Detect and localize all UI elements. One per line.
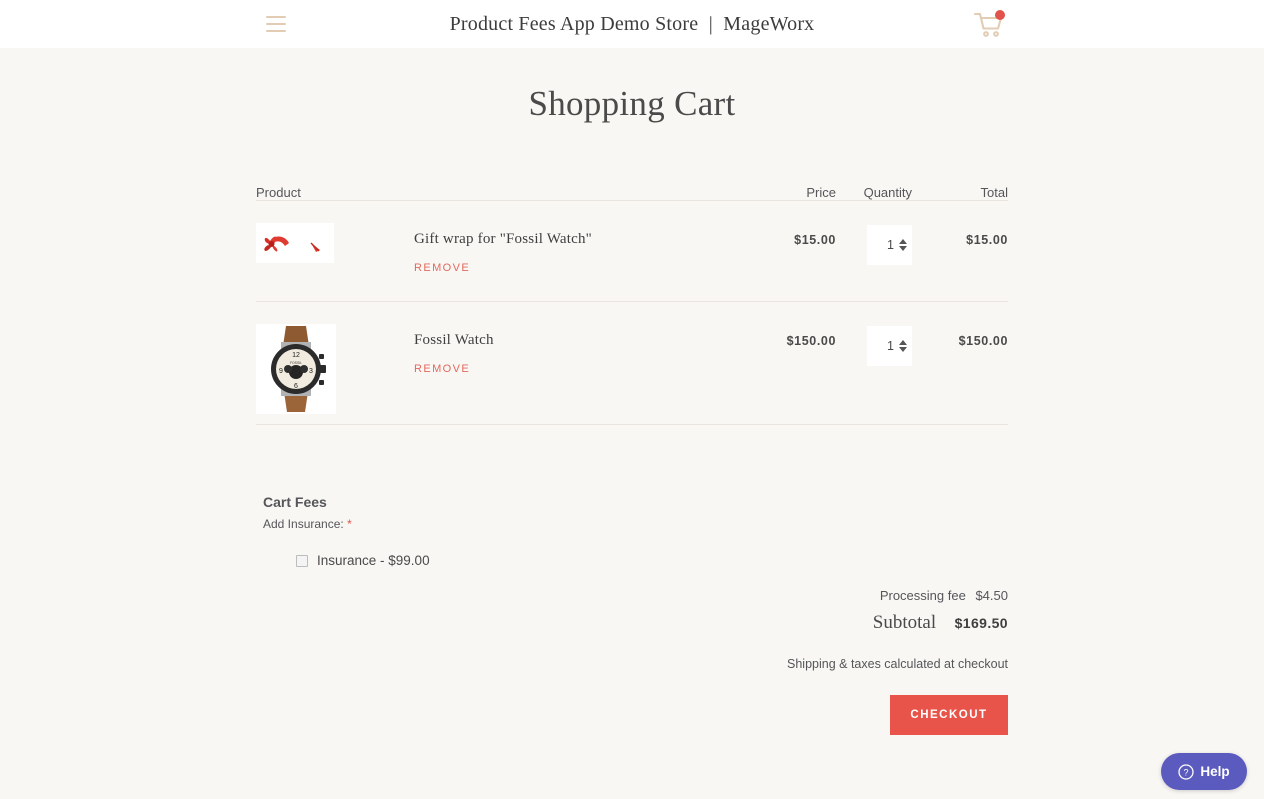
svg-text:6: 6 xyxy=(294,383,298,390)
question-circle-icon: ? xyxy=(1178,763,1195,780)
quantity-input[interactable] xyxy=(870,238,894,252)
quantity-cell xyxy=(836,225,918,301)
help-widget-button[interactable]: ? Help xyxy=(1161,753,1247,790)
subtotal-amount: $169.50 xyxy=(954,615,1008,631)
ribbon-bow-graphic xyxy=(264,236,320,252)
checkout-button-wrap: CHECKOUT xyxy=(708,695,1008,735)
table-row: Gift wrap for "Fossil Watch" REMOVE $15.… xyxy=(256,201,1008,301)
product-price: $150.00 xyxy=(786,334,836,348)
required-asterisk: * xyxy=(347,517,352,531)
product-thumbnail-cell xyxy=(256,223,414,301)
quantity-spinner[interactable] xyxy=(897,236,909,254)
table-row: 12 9 3 6 FOSSIL Fossil Watch REMOVE $150… xyxy=(256,302,1008,424)
insurance-label-text: Add Insurance: xyxy=(263,517,344,531)
svg-text:FOSSIL: FOSSIL xyxy=(290,361,302,365)
remove-item-link[interactable]: REMOVE xyxy=(414,262,470,274)
product-price: $15.00 xyxy=(794,233,836,247)
shipping-note: Shipping & taxes calculated at checkout xyxy=(787,657,1008,671)
store-title: Product Fees App Demo Store | MageWorx xyxy=(449,12,815,35)
cart-table-header: Product Price Quantity Total xyxy=(256,170,1008,200)
svg-text:?: ? xyxy=(1184,767,1189,777)
product-info-cell: Gift wrap for "Fossil Watch" REMOVE xyxy=(414,223,756,301)
quantity-cell xyxy=(836,326,918,424)
quantity-stepper[interactable] xyxy=(867,225,912,265)
svg-text:9: 9 xyxy=(279,368,283,375)
insurance-checkbox[interactable] xyxy=(296,554,308,567)
shopping-cart-page: Product Fees App Demo Store | MageWorx S… xyxy=(0,0,1264,799)
column-header-total: Total xyxy=(980,185,1008,200)
increment-arrow-icon[interactable] xyxy=(899,239,907,244)
remove-item-link[interactable]: REMOVE xyxy=(414,363,470,375)
cart-fees-title: Cart Fees xyxy=(263,494,327,510)
site-header: Product Fees App Demo Store | MageWorx xyxy=(0,0,1264,48)
page-title: Shopping Cart xyxy=(528,84,736,123)
quantity-spinner[interactable] xyxy=(897,337,909,355)
checkout-button[interactable]: CHECKOUT xyxy=(890,695,1008,735)
column-header-quantity: Quantity xyxy=(863,185,912,200)
watch-graphic: 12 9 3 6 FOSSIL xyxy=(271,326,326,412)
product-name: Gift wrap for "Fossil Watch" xyxy=(414,231,593,247)
product-thumbnail-cell: 12 9 3 6 FOSSIL xyxy=(256,324,414,424)
cart-fees-section: Cart Fees Add Insurance: * Insurance - $… xyxy=(263,494,763,568)
processing-fee-amount: $4.50 xyxy=(975,588,1008,603)
column-header-product: Product xyxy=(256,185,301,200)
insurance-option-label[interactable]: Insurance - $99.00 xyxy=(317,553,430,568)
table-divider xyxy=(256,424,1008,425)
fee-option-insurance[interactable]: Insurance - $99.00 xyxy=(263,553,763,568)
quantity-input[interactable] xyxy=(870,339,894,353)
increment-arrow-icon[interactable] xyxy=(899,340,907,345)
gift-wrap-ribbon-image[interactable] xyxy=(256,223,334,263)
decrement-arrow-icon[interactable] xyxy=(899,246,907,251)
processing-fee-row: Processing fee $4.50 xyxy=(708,588,1008,603)
svg-text:3: 3 xyxy=(309,368,313,375)
product-total: $150.00 xyxy=(958,334,1008,348)
product-name: Fossil Watch xyxy=(414,332,494,348)
cart-totals: Processing fee $4.50 Subtotal $169.50 Sh… xyxy=(708,588,1008,735)
cart-count-badge xyxy=(995,10,1005,20)
shopping-cart-icon[interactable] xyxy=(973,10,1005,39)
product-total: $15.00 xyxy=(966,233,1008,247)
subtotal-label: Subtotal xyxy=(872,612,937,633)
fossil-watch-image[interactable]: 12 9 3 6 FOSSIL xyxy=(256,324,336,414)
svg-text:12: 12 xyxy=(292,352,300,359)
processing-fee-label: Processing fee xyxy=(879,588,966,603)
column-header-price: Price xyxy=(806,185,836,200)
cart-fees-label: Add Insurance: * xyxy=(263,517,763,531)
quantity-stepper[interactable] xyxy=(867,326,912,366)
product-info-cell: Fossil Watch REMOVE xyxy=(414,324,756,424)
decrement-arrow-icon[interactable] xyxy=(899,347,907,352)
help-widget-label: Help xyxy=(1200,764,1230,779)
cart-table: Product Price Quantity Total Gift wrap f… xyxy=(256,170,1008,425)
subtotal-row: Subtotal $169.50 xyxy=(708,612,1008,634)
